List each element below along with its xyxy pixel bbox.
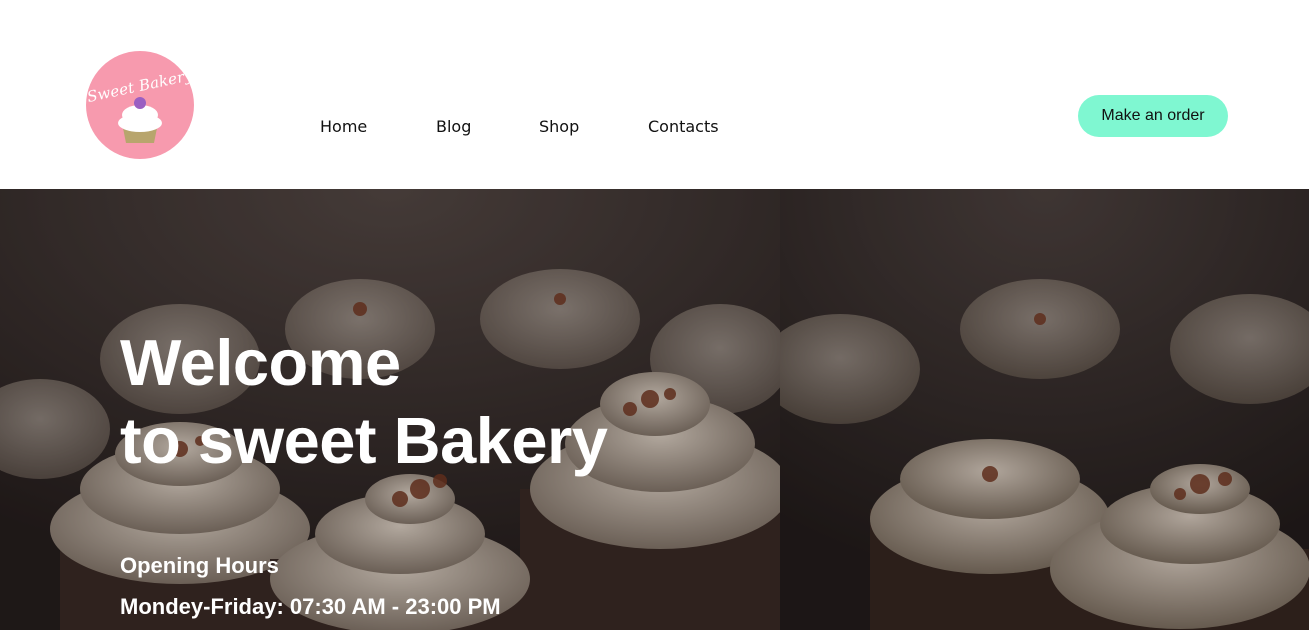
cupcakes-photo-repeat [780,189,1309,630]
make-order-button[interactable]: Make an order [1078,95,1228,137]
hero-title-line1: Welcome [120,326,401,399]
opening-hours-title: Opening Hours [120,553,279,578]
cupcake-logo-icon [118,97,162,143]
nav-shop[interactable]: Shop [539,117,579,136]
nav-home[interactable]: Home [320,117,367,136]
hero-section: Welcome to sweet Bakery Opening Hours Mo… [0,189,1309,630]
hero-title: Welcome to sweet Bakery [120,324,608,480]
site-header: Sweet Bakery Home Blog Shop Contacts Mak… [0,0,1309,189]
nav-contacts[interactable]: Contacts [648,117,719,136]
opening-hours-weekdays: Mondey-Friday: 07:30 AM - 23:00 PM [120,594,501,619]
hero-image-right [780,189,1309,630]
nav-blog[interactable]: Blog [436,117,471,136]
logo[interactable]: Sweet Bakery [86,51,194,159]
hero-title-line2: to sweet Bakery [120,404,608,477]
